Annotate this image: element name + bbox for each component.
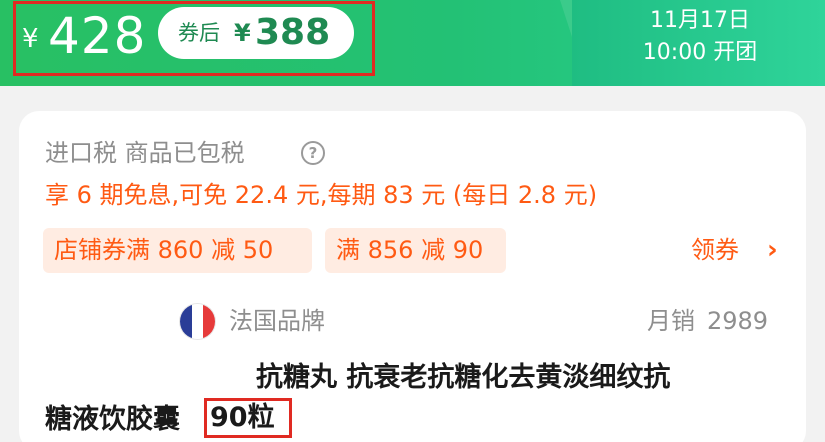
product-title-line-1: 抗糖丸 抗衰老抗糖化去黄淡细纹抗 [256,362,671,393]
group-open-time: 10:00 开团 [642,40,758,65]
question-circle-icon[interactable]: ? [301,141,325,165]
import-tax-text: 进口税 商品已包税 [45,139,245,167]
product-info-card: 进口税 商品已包税 ? 享 6 期免息,可免 22.4 元,每期 83 元 (每… [19,111,806,442]
brand-origin-text: 法国品牌 [229,307,325,335]
france-flag-icon [180,304,215,339]
coupon-tag-store[interactable]: 店铺券满 860 减 50 [43,228,312,273]
coupon-tag-discount[interactable]: 满 856 减 90 [325,228,506,273]
chevron-right-icon[interactable]: › [767,235,778,265]
monthly-sales-value: 2989 [707,307,769,335]
price-banner: ¥ 428 券后 ¥ 388 11月17日 10:00 开团 [0,0,825,86]
product-title-line-2: 糖液饮胶囊 [45,404,180,435]
product-count-highlight: 90粒 [204,398,292,438]
price-highlight-box [13,1,375,76]
monthly-sales-label: 月销 [647,307,695,335]
group-open-date: 11月17日 [650,8,750,33]
claim-coupon-button[interactable]: 领券 [691,235,739,265]
installment-info: 享 6 期免息,可免 22.4 元,每期 83 元 (每日 2.8 元) [45,181,598,209]
